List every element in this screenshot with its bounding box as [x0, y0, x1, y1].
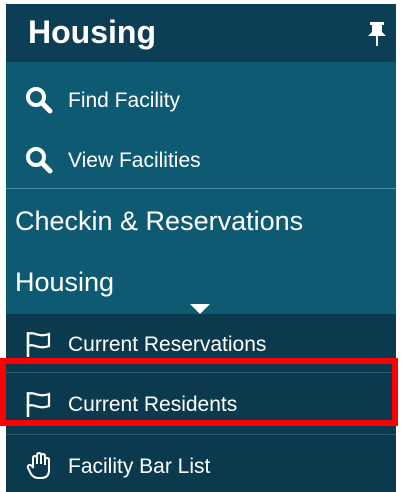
menu-item-label: Current Reservations [68, 333, 267, 356]
search-icon [25, 146, 53, 174]
flag-icon [25, 330, 53, 358]
menu-section-label: Housing [15, 267, 115, 297]
panel-header: Housing [6, 4, 396, 62]
hand-icon [25, 451, 53, 480]
menu-item-facility-bar-list[interactable]: Facility Bar List [6, 436, 396, 492]
pin-icon[interactable] [366, 22, 388, 46]
caret-down-icon [190, 304, 210, 314]
menu-item-label: Find Facility [68, 89, 181, 112]
menu-item-label: View Facilities [68, 149, 201, 172]
selection-highlight [0, 358, 398, 426]
menu-section-checkin-reservations[interactable]: Checkin & Reservations [6, 190, 396, 250]
divider [6, 434, 396, 435]
panel-title: Housing [28, 14, 156, 50]
divider [6, 188, 396, 189]
menu-item-view-facilities[interactable]: View Facilities [6, 130, 396, 190]
search-icon [25, 86, 53, 114]
menu-section-label: Checkin & Reservations [15, 206, 304, 236]
menu-item-label: Facility Bar List [68, 455, 211, 478]
menu-section-housing[interactable]: Housing [6, 250, 396, 314]
menu-item-find-facility[interactable]: Find Facility [6, 70, 396, 130]
